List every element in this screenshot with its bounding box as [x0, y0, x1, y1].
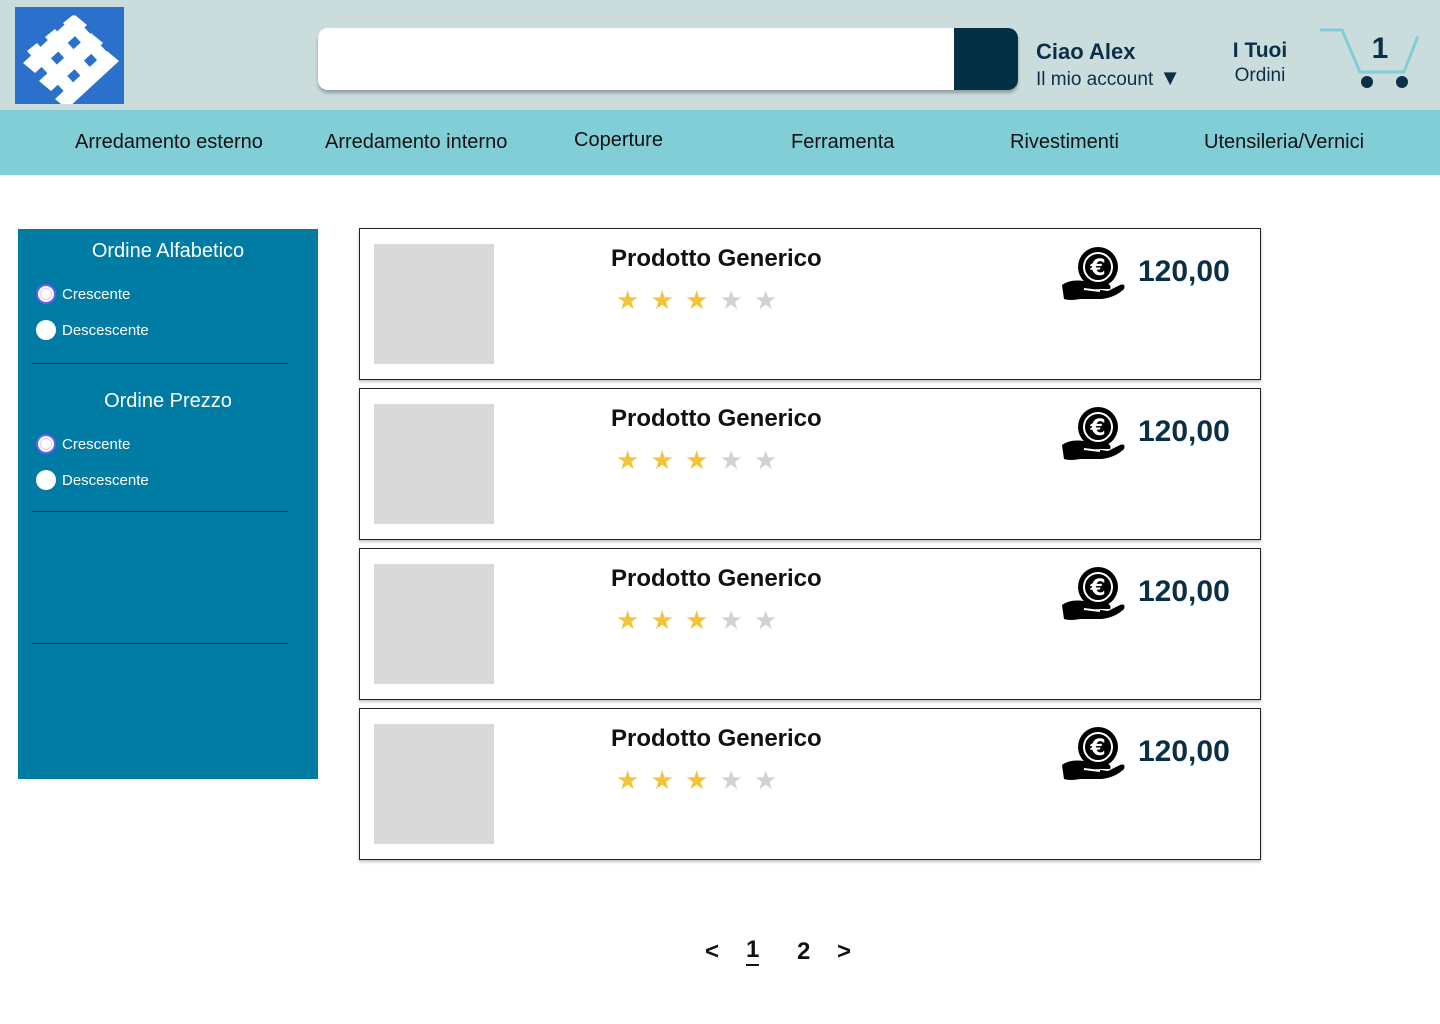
radio-unchecked-icon[interactable] [36, 470, 56, 490]
account-menu[interactable]: Ciao Alex Il mio account ▼ [1036, 38, 1206, 92]
radio-label: Descescente [62, 321, 149, 339]
product-rating: ★ ★ ★ ★ ★ [616, 445, 789, 475]
radio-checked-icon[interactable] [36, 284, 56, 304]
sort-price-asc-option[interactable]: Crescente [36, 433, 130, 455]
sort-sidebar: Ordine Alfabetico Crescente Descescente … [18, 229, 318, 779]
product-card[interactable]: Prodotto Generico ★ ★ ★ ★ ★ € 120,00 [359, 708, 1261, 860]
product-card[interactable]: Prodotto Generico ★ ★ ★ ★ ★ € 120,00 [359, 388, 1261, 540]
category-ferramenta[interactable]: Ferramenta [791, 110, 894, 175]
star-filled-icon: ★ [685, 285, 709, 315]
product-image-placeholder[interactable] [374, 724, 494, 844]
pagination-page-1[interactable]: 1 [746, 936, 760, 966]
account-greeting: Ciao Alex [1036, 39, 1136, 64]
svg-text:€: € [1089, 256, 1105, 281]
star-filled-icon: ★ [685, 605, 709, 635]
orders-subtitle: Ordini [1234, 65, 1286, 86]
star-empty-icon: ★ [719, 445, 743, 475]
radio-checked-icon[interactable] [36, 434, 56, 454]
product-price: 120,00 [1138, 415, 1230, 448]
logo-mark-icon [23, 15, 119, 104]
product-image-placeholder[interactable] [374, 404, 494, 524]
product-price: 120,00 [1138, 255, 1230, 288]
product-rating: ★ ★ ★ ★ ★ [616, 605, 789, 635]
sort-alpha-desc-option[interactable]: Descescente [36, 319, 149, 341]
radio-unchecked-icon[interactable] [36, 320, 56, 340]
product-rating: ★ ★ ★ ★ ★ [616, 285, 789, 315]
star-empty-icon: ★ [754, 445, 778, 475]
svg-text:€: € [1089, 416, 1105, 441]
star-filled-icon: ★ [685, 765, 709, 795]
product-title[interactable]: Prodotto Generico [611, 405, 822, 433]
euro-coin-hand-icon: € [1062, 407, 1125, 460]
star-empty-icon: ★ [754, 285, 778, 315]
svg-text:€: € [1089, 736, 1105, 761]
product-image-placeholder[interactable] [374, 564, 494, 684]
star-filled-icon: ★ [650, 445, 674, 475]
svg-text:€: € [1089, 576, 1105, 601]
sidebar-divider [32, 511, 288, 512]
star-filled-icon: ★ [650, 605, 674, 635]
product-title[interactable]: Prodotto Generico [611, 245, 822, 273]
sort-price-title: Ordine Prezzo [104, 390, 232, 412]
star-filled-icon: ★ [616, 765, 640, 795]
star-filled-icon: ★ [650, 285, 674, 315]
caret-down-icon[interactable]: ▼ [1159, 66, 1181, 90]
euro-coin-hand-icon: € [1062, 247, 1125, 300]
category-nav: Arredamento esterno Arredamento interno … [0, 110, 1440, 175]
category-coperture[interactable]: Coperture [574, 108, 663, 173]
star-filled-icon: ★ [616, 605, 640, 635]
star-filled-icon: ★ [616, 285, 640, 315]
sort-alpha-title: Ordine Alfabetico [91, 240, 245, 262]
product-card[interactable]: Prodotto Generico ★ ★ ★ ★ ★ € 120,00 [359, 228, 1261, 380]
radio-label: Descescente [62, 471, 149, 489]
euro-coin-hand-icon: € [1062, 567, 1125, 620]
category-arredamento-interno[interactable]: Arredamento interno [325, 110, 507, 175]
star-empty-icon: ★ [719, 765, 743, 795]
euro-coin-hand-icon: € [1062, 727, 1125, 780]
product-rating: ★ ★ ★ ★ ★ [616, 765, 789, 795]
sort-price-desc-option[interactable]: Descescente [36, 469, 149, 491]
sidebar-divider [32, 643, 288, 644]
site-header: Ciao Alex Il mio account ▼ I Tuoi Ordini … [0, 0, 1440, 110]
account-link[interactable]: Il mio account [1036, 69, 1153, 90]
cart-button[interactable]: 1 [1318, 24, 1422, 92]
pagination-next-button[interactable]: > [837, 936, 851, 968]
pagination-prev-button[interactable]: < [705, 936, 719, 968]
category-rivestimenti[interactable]: Rivestimenti [1010, 110, 1119, 175]
product-price: 120,00 [1138, 735, 1230, 768]
sidebar-divider [32, 363, 288, 364]
star-empty-icon: ★ [719, 605, 743, 635]
product-image-placeholder[interactable] [374, 244, 494, 364]
radio-label: Crescente [62, 435, 131, 453]
category-arredamento-esterno[interactable]: Arredamento esterno [75, 110, 263, 175]
cart-count-badge: 1 [1371, 32, 1389, 65]
product-card[interactable]: Prodotto Generico ★ ★ ★ ★ ★ € 120,00 [359, 548, 1261, 700]
sort-alpha-asc-option[interactable]: Crescente [36, 283, 130, 305]
product-title[interactable]: Prodotto Generico [611, 565, 822, 593]
radio-label: Crescente [62, 285, 131, 303]
product-title[interactable]: Prodotto Generico [611, 725, 822, 753]
search-bar [318, 28, 1018, 90]
star-filled-icon: ★ [616, 445, 640, 475]
star-empty-icon: ★ [719, 285, 743, 315]
star-filled-icon: ★ [650, 765, 674, 795]
star-filled-icon: ★ [685, 445, 709, 475]
orders-link[interactable]: I Tuoi Ordini [1222, 38, 1298, 88]
orders-title: I Tuoi [1232, 39, 1288, 62]
category-utensileria-vernici[interactable]: Utensileria/Vernici [1204, 110, 1364, 175]
search-button[interactable] [954, 28, 1018, 90]
product-price: 120,00 [1138, 575, 1230, 608]
pagination-page-2[interactable]: 2 [797, 936, 810, 968]
site-logo[interactable] [15, 7, 124, 104]
star-empty-icon: ★ [754, 765, 778, 795]
star-empty-icon: ★ [754, 605, 778, 635]
search-input[interactable] [318, 28, 954, 90]
